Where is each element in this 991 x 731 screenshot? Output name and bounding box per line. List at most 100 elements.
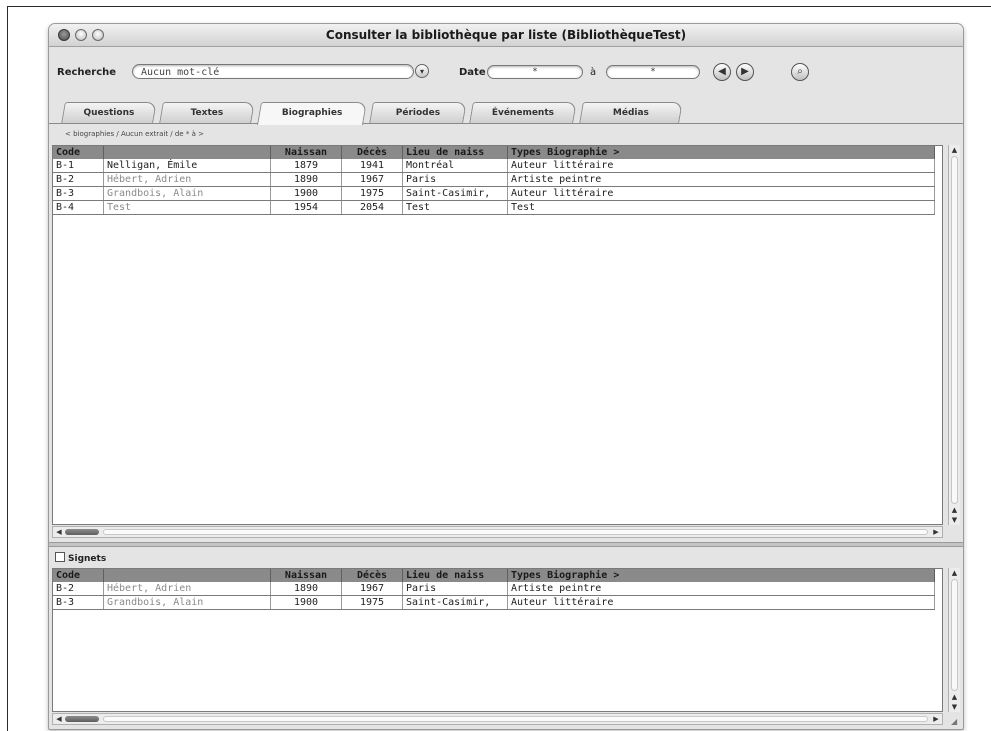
column-header-code[interactable]: Code bbox=[53, 146, 104, 159]
scroll-left-icon[interactable]: ◀ bbox=[54, 527, 64, 537]
breadcrumb[interactable]: < biographies / Aucun extrait / de * à > bbox=[65, 130, 204, 138]
vertical-scrollbar[interactable]: ▲ ▲ ▼ bbox=[948, 145, 960, 525]
cell-nom: Test bbox=[103, 200, 271, 215]
table-row[interactable]: B-4 Test 1954 2054 Test Test bbox=[53, 200, 935, 215]
table-header-row: Code Nom Naissan Décès Lieu de naiss Typ… bbox=[53, 146, 935, 159]
tab-medias[interactable]: Médias bbox=[579, 102, 683, 123]
scroll-thumb[interactable] bbox=[65, 529, 99, 535]
scroll-down-icon[interactable]: ▼ bbox=[949, 515, 960, 525]
tab-evenements[interactable]: Événements bbox=[469, 102, 577, 123]
column-header-nom[interactable]: Nom bbox=[103, 146, 271, 159]
column-header-naissance[interactable]: Naissan bbox=[270, 146, 342, 159]
cell-naissance: 1890 bbox=[270, 172, 342, 187]
cell-lieu: Montréal bbox=[402, 159, 508, 173]
tab-label: Périodes bbox=[395, 108, 441, 118]
cell-deces: 1975 bbox=[341, 186, 403, 201]
biographies-table: Code Nom Naissan Décès Lieu de naiss Typ… bbox=[52, 145, 943, 525]
cell-nom: Nelligan, Émile bbox=[103, 159, 271, 173]
date-to-field[interactable]: * bbox=[606, 65, 700, 79]
signets-header[interactable]: Signets bbox=[55, 552, 106, 564]
cell-deces: 1967 bbox=[341, 172, 403, 187]
table-header-row: Code Nom Naissan Décès Lieu de naiss Typ… bbox=[53, 569, 935, 582]
cell-lieu: Saint-Casimir, bbox=[402, 595, 508, 610]
column-header-deces[interactable]: Décès bbox=[341, 569, 403, 582]
search-field[interactable]: Aucun mot-clé bbox=[132, 64, 414, 79]
date-to-label: à bbox=[590, 67, 597, 78]
tab-label: Questions bbox=[83, 108, 135, 118]
scroll-up-icon[interactable]: ▲ bbox=[949, 568, 960, 578]
scroll-up-icon[interactable]: ▲ bbox=[949, 692, 960, 702]
resize-grip-icon[interactable]: ◢ bbox=[951, 717, 961, 727]
cell-type: Artiste peintre bbox=[507, 582, 935, 596]
signets-table: Code Nom Naissan Décès Lieu de naiss Typ… bbox=[52, 568, 943, 712]
scroll-track[interactable] bbox=[951, 156, 958, 504]
cell-deces: 2054 bbox=[341, 200, 403, 215]
cell-naissance: 1900 bbox=[270, 595, 342, 610]
date-from-field[interactable]: * bbox=[487, 65, 583, 79]
column-header-lieu[interactable]: Lieu de naiss bbox=[402, 569, 508, 582]
cell-lieu: Test bbox=[402, 200, 508, 215]
cell-code: B-2 bbox=[53, 172, 104, 187]
cell-naissance: 1890 bbox=[270, 582, 342, 596]
library-window: Consulter la bibliothèque par liste (Bib… bbox=[48, 23, 964, 730]
scroll-up-icon[interactable]: ▲ bbox=[949, 145, 960, 155]
scroll-track[interactable] bbox=[103, 529, 928, 535]
scroll-right-icon[interactable]: ▶ bbox=[931, 714, 941, 724]
column-header-types[interactable]: Types Biographie > bbox=[507, 569, 935, 582]
cell-naissance: 1900 bbox=[270, 186, 342, 201]
cell-lieu: Paris bbox=[402, 172, 508, 187]
signets-toggle-checkbox[interactable] bbox=[55, 552, 65, 562]
cell-deces: 1967 bbox=[341, 582, 403, 596]
cell-type: Auteur littéraire bbox=[507, 595, 935, 610]
pane-splitter[interactable] bbox=[49, 542, 963, 547]
cell-type: Auteur littéraire bbox=[507, 186, 935, 201]
cell-code: B-3 bbox=[53, 186, 104, 201]
cell-type: Artiste peintre bbox=[507, 172, 935, 187]
cell-deces: 1975 bbox=[341, 595, 403, 610]
scroll-left-icon[interactable]: ◀ bbox=[54, 714, 64, 724]
tab-periodes[interactable]: Périodes bbox=[369, 102, 467, 123]
table-row[interactable]: B-2 Hébert, Adrien 1890 1967 Paris Artis… bbox=[53, 172, 935, 187]
magnifier-icon[interactable]: ⌕ bbox=[791, 63, 809, 81]
tab-label: Événements bbox=[491, 108, 555, 118]
tab-biographies[interactable]: Biographies bbox=[256, 102, 368, 125]
vertical-scrollbar[interactable]: ▲ ▲ ▼ bbox=[948, 568, 960, 712]
table-row[interactable]: B-3 Grandbois, Alain 1900 1975 Saint-Cas… bbox=[53, 186, 935, 201]
cell-code: B-4 bbox=[53, 200, 104, 215]
tab-textes[interactable]: Textes bbox=[159, 102, 255, 123]
title-bar[interactable]: Consulter la bibliothèque par liste (Bib… bbox=[49, 24, 963, 47]
tab-label: Textes bbox=[190, 108, 224, 118]
scroll-thumb[interactable] bbox=[65, 716, 99, 722]
biographies-grid: Code Nom Naissan Décès Lieu de naiss Typ… bbox=[53, 146, 935, 215]
back-icon[interactable]: ◀ bbox=[713, 63, 731, 81]
cell-nom: Grandbois, Alain bbox=[103, 595, 271, 610]
search-label: Recherche bbox=[57, 67, 117, 78]
scroll-track[interactable] bbox=[103, 716, 928, 722]
chevron-down-icon[interactable]: ▾ bbox=[415, 64, 429, 78]
cell-lieu: Saint-Casimir, bbox=[402, 186, 508, 201]
cell-code: B-1 bbox=[53, 159, 104, 173]
column-header-nom[interactable]: Nom bbox=[103, 569, 271, 582]
cell-deces: 1941 bbox=[341, 159, 403, 173]
column-header-types[interactable]: Types Biographie > bbox=[507, 146, 935, 159]
forward-icon[interactable]: ▶ bbox=[736, 63, 754, 81]
column-header-code[interactable]: Code bbox=[53, 569, 104, 582]
table-row[interactable]: B-1 Nelligan, Émile 1879 1941 Montréal A… bbox=[53, 159, 935, 173]
column-header-naissance[interactable]: Naissan bbox=[270, 569, 342, 582]
scroll-up-icon[interactable]: ▲ bbox=[949, 505, 960, 515]
tab-label: Médias bbox=[612, 108, 649, 118]
scroll-right-icon[interactable]: ▶ bbox=[931, 527, 941, 537]
horizontal-scrollbar[interactable]: ◀ ▶ bbox=[52, 713, 943, 725]
screen-frame-top bbox=[7, 6, 991, 7]
cell-nom: Hébert, Adrien bbox=[103, 582, 271, 596]
column-header-deces[interactable]: Décès bbox=[341, 146, 403, 159]
horizontal-scrollbar[interactable]: ◀ ▶ bbox=[52, 526, 943, 538]
scroll-down-icon[interactable]: ▼ bbox=[949, 702, 960, 712]
cell-lieu: Paris bbox=[402, 582, 508, 596]
tab-label: Biographies bbox=[281, 108, 343, 118]
column-header-lieu[interactable]: Lieu de naiss bbox=[402, 146, 508, 159]
table-row[interactable]: B-2 Hébert, Adrien 1890 1967 Paris Artis… bbox=[53, 582, 935, 596]
table-row[interactable]: B-3 Grandbois, Alain 1900 1975 Saint-Cas… bbox=[53, 595, 935, 610]
tab-questions[interactable]: Questions bbox=[61, 102, 157, 123]
scroll-track[interactable] bbox=[951, 579, 958, 691]
